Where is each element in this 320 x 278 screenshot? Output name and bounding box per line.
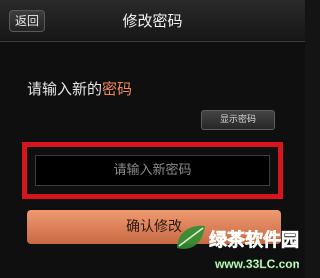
watermark-logo: 绿茶软件园 www.33LC.com <box>177 225 299 271</box>
back-button[interactable]: 返回 <box>9 10 45 32</box>
prompt-accent-text: 密码 <box>102 80 133 98</box>
leaf-icon <box>177 225 205 249</box>
watermark-brand: 绿茶软件园 <box>209 229 299 251</box>
title-bar: 返回 修改密码 <box>0 0 305 42</box>
prompt-text: 请输入新的 <box>27 80 103 98</box>
new-password-input[interactable] <box>35 155 270 186</box>
highlight-frame <box>22 142 283 199</box>
show-password-button[interactable]: 显示密码 <box>201 110 275 130</box>
watermark-url: www.33LC.com <box>214 257 299 271</box>
password-prompt: 请输入新的密码 <box>27 78 132 99</box>
page-title: 修改密码 <box>122 12 183 30</box>
